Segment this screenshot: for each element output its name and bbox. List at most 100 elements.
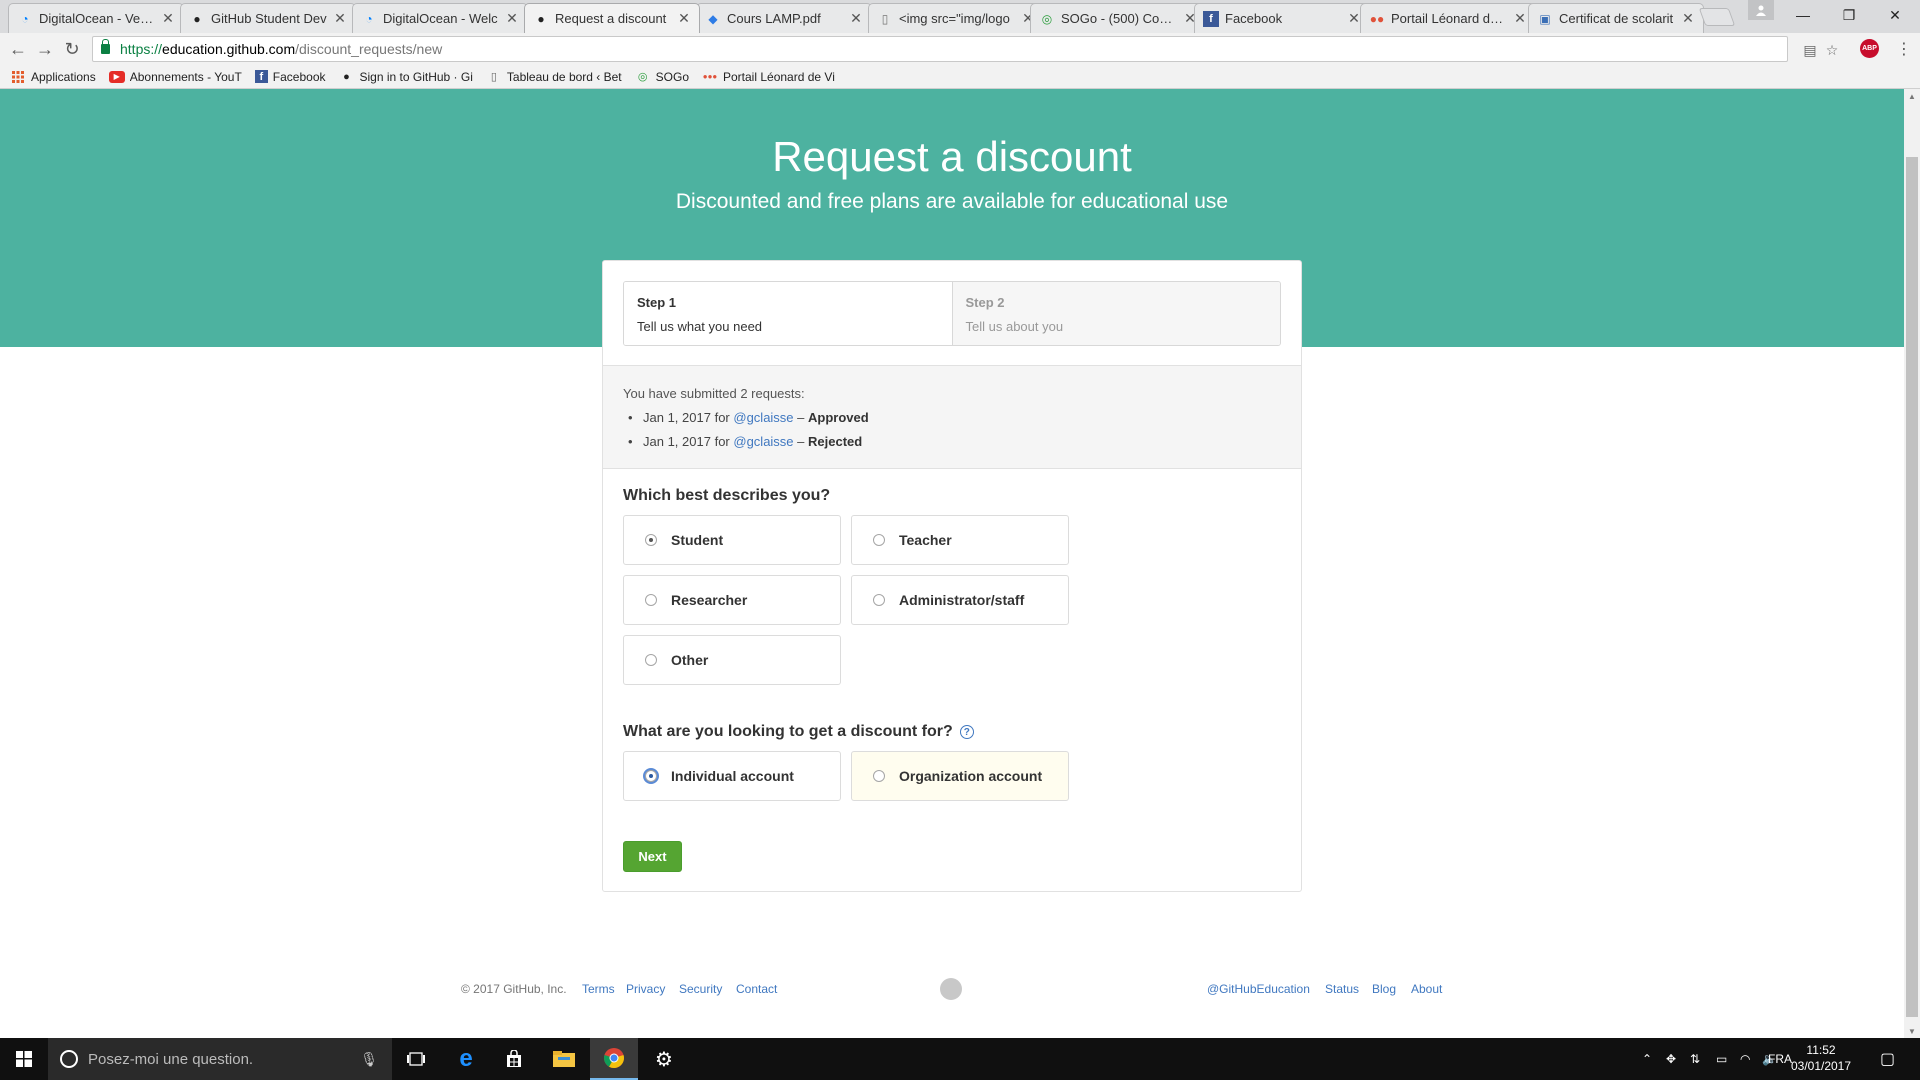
- reload-icon[interactable]: ↻: [60, 37, 84, 61]
- browser-tab-digitalocean-welcome[interactable]: ◔ DigitalOcean - Welc ✕: [352, 3, 528, 33]
- browser-tab-cours-lamp[interactable]: ◆ Cours LAMP.pdf ✕: [696, 3, 872, 33]
- browser-tab-img-logo[interactable]: ▯ <img src="img/logo ✕: [868, 3, 1044, 33]
- dropbox-tray-icon[interactable]: ✥: [1666, 1038, 1676, 1080]
- file-explorer-icon[interactable]: [540, 1038, 588, 1080]
- dropbox-icon: ◆: [708, 11, 718, 26]
- browser-tab-digitalocean-verify[interactable]: ◔ DigitalOcean - Verify ✕: [8, 3, 184, 33]
- bookmark-github-signin[interactable]: ● Sign in to GitHub · Gi: [339, 69, 473, 85]
- page-scrollbar[interactable]: ▲ ▼: [1904, 89, 1920, 1038]
- digitalocean-icon: ◔: [365, 11, 373, 26]
- settings-gear-icon[interactable]: ⚙: [640, 1038, 688, 1080]
- close-icon[interactable]: ✕: [161, 10, 175, 27]
- step-2: Step 2 Tell us about you: [952, 282, 1280, 345]
- tab-title: Certificat de scolarit: [1559, 11, 1674, 26]
- radio-individual[interactable]: [645, 770, 657, 782]
- footer-link-security[interactable]: Security: [679, 982, 722, 996]
- footer-link-contact[interactable]: Contact: [736, 982, 777, 996]
- show-hidden-icons-chevron-icon[interactable]: ⌃: [1642, 1038, 1652, 1080]
- close-icon[interactable]: ✕: [677, 10, 691, 27]
- address-bar[interactable]: https://education.github.com/discount_re…: [92, 36, 1838, 62]
- language-indicator[interactable]: FRA: [1768, 1038, 1792, 1080]
- network-status-icon[interactable]: ⇅: [1690, 1038, 1700, 1080]
- scroll-thumb[interactable]: [1906, 157, 1918, 1017]
- bookmark-youtube[interactable]: ▶ Abonnements - YouT: [108, 70, 242, 84]
- bookmark-label: Portail Léonard de Vi: [723, 69, 835, 84]
- footer-link-status[interactable]: Status: [1325, 982, 1359, 996]
- next-button[interactable]: Next: [623, 841, 682, 872]
- bookmark-applications[interactable]: Applications: [10, 69, 96, 85]
- scroll-down-arrow-icon[interactable]: ▼: [1904, 1024, 1920, 1038]
- role-option-researcher[interactable]: Researcher: [623, 575, 841, 625]
- close-icon[interactable]: ✕: [333, 10, 347, 27]
- bookmark-sogo[interactable]: ◎ SOGo: [635, 69, 689, 85]
- user-link[interactable]: @gclaisse: [733, 434, 793, 449]
- radio-student[interactable]: [645, 534, 657, 546]
- wifi-icon[interactable]: ◠: [1740, 1038, 1750, 1080]
- windows-start-icon[interactable]: [0, 1038, 48, 1080]
- github-icon: ●: [537, 11, 545, 26]
- url-path: /discount_requests/new: [295, 41, 443, 57]
- task-view-icon[interactable]: [392, 1038, 440, 1080]
- close-icon[interactable]: ✕: [1513, 10, 1527, 27]
- footer-link-privacy[interactable]: Privacy: [626, 982, 665, 996]
- user-link[interactable]: @gclaisse: [733, 410, 793, 425]
- account-question-title: What are you looking to get a discount f…: [623, 723, 974, 741]
- role-option-student[interactable]: Student: [623, 515, 841, 565]
- footer-link-about[interactable]: About: [1411, 982, 1442, 996]
- chrome-icon[interactable]: [590, 1038, 638, 1080]
- close-icon[interactable]: ✕: [1347, 10, 1361, 27]
- back-arrow-icon[interactable]: ←: [6, 37, 30, 61]
- microphone-icon[interactable]: 🎙: [360, 1051, 378, 1068]
- radio-organization[interactable]: [873, 770, 885, 782]
- radio-researcher[interactable]: [645, 594, 657, 606]
- action-center-icon[interactable]: ▢: [1880, 1038, 1895, 1080]
- youtube-icon: ▶: [108, 70, 125, 83]
- page-title: Request a discount: [772, 133, 1132, 180]
- radio-administrator[interactable]: [873, 594, 885, 606]
- github-octocat-icon[interactable]: [940, 978, 962, 1000]
- browser-tab-sogo[interactable]: ◎ SOGo - (500) Courri ✕: [1030, 3, 1206, 33]
- cortana-search-box[interactable]: Posez-moi une question. 🎙: [48, 1038, 392, 1080]
- edge-browser-icon[interactable]: e: [442, 1038, 490, 1080]
- footer-link-githubeducation[interactable]: @GitHubEducation: [1207, 982, 1310, 996]
- close-icon[interactable]: ✕: [849, 10, 863, 27]
- browser-tab-facebook[interactable]: f Facebook ✕: [1194, 3, 1370, 33]
- footer-copyright: © 2017 GitHub, Inc.: [461, 982, 567, 996]
- profile-icon[interactable]: [1748, 0, 1774, 20]
- browser-menu-icon[interactable]: ⋮: [1896, 39, 1912, 59]
- system-clock[interactable]: 11:52 03/01/2017: [1786, 1042, 1856, 1074]
- minimize-button[interactable]: —: [1780, 0, 1826, 30]
- bookmark-star-icon[interactable]: ☆: [1823, 41, 1841, 59]
- close-icon[interactable]: ✕: [505, 10, 519, 27]
- browser-tab-request-discount[interactable]: ● Request a discount ✕: [524, 3, 700, 33]
- translate-icon[interactable]: ▤: [1801, 41, 1819, 59]
- browser-tab-portail[interactable]: ●● Portail Léonard de V ✕: [1360, 3, 1536, 33]
- bookmark-tableau-de-bord[interactable]: ▯ Tableau de bord ‹ Bet: [486, 69, 622, 85]
- radio-other[interactable]: [645, 654, 657, 666]
- bookmark-portail[interactable]: ●●● Portail Léonard de Vi: [702, 69, 835, 85]
- footer-link-blog[interactable]: Blog: [1372, 982, 1396, 996]
- scroll-up-arrow-icon[interactable]: ▲: [1904, 89, 1920, 103]
- new-tab-button[interactable]: [1698, 8, 1736, 26]
- battery-icon[interactable]: ▭: [1716, 1038, 1727, 1080]
- radio-teacher[interactable]: [873, 534, 885, 546]
- browser-tab-github-student[interactable]: ● GitHub Student Dev ✕: [180, 3, 356, 33]
- account-option-individual[interactable]: Individual account: [623, 751, 841, 801]
- close-window-button[interactable]: ✕: [1872, 0, 1918, 30]
- store-icon[interactable]: [490, 1038, 538, 1080]
- restore-button[interactable]: ❐: [1826, 0, 1872, 30]
- account-option-organization[interactable]: Organization account: [851, 751, 1069, 801]
- role-option-other[interactable]: Other: [623, 635, 841, 685]
- role-option-teacher[interactable]: Teacher: [851, 515, 1069, 565]
- windows-taskbar: Posez-moi une question. 🎙 e ⚙ ⌃ ✥ ⇅ ▭ ◠ …: [0, 1038, 1920, 1080]
- close-icon[interactable]: ✕: [1681, 10, 1695, 27]
- footer-link-terms[interactable]: Terms: [582, 982, 615, 996]
- help-icon[interactable]: ?: [959, 725, 974, 739]
- option-label: Student: [671, 532, 724, 548]
- role-option-administrator[interactable]: Administrator/staff: [851, 575, 1069, 625]
- document-icon: ▯: [881, 11, 889, 26]
- browser-tab-certificat[interactable]: ▣ Certificat de scolarit ✕: [1528, 3, 1704, 33]
- forward-arrow-icon[interactable]: →: [33, 37, 57, 61]
- adblock-plus-icon[interactable]: ABP: [1860, 39, 1879, 58]
- bookmark-facebook[interactable]: f Facebook: [254, 70, 326, 84]
